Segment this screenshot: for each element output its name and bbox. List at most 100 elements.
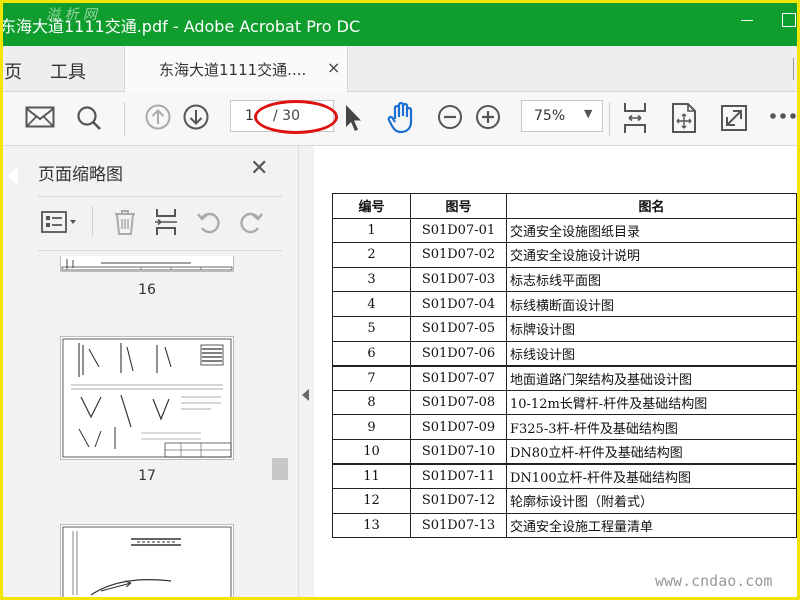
cell-number: 8 [332, 389, 411, 416]
toolbar-separator [124, 102, 125, 136]
previous-page-icon[interactable] [143, 102, 173, 132]
cell-drawing-code: S01D07-06 [410, 340, 507, 367]
thumbnail-options-icon[interactable] [40, 208, 80, 236]
page-thumbnail-17[interactable] [60, 336, 234, 460]
page-thumbnail-18[interactable] [60, 524, 234, 600]
cell-drawing-code: S01D07-13 [410, 512, 507, 539]
page-thumbnails-panel: 页面缩略图 ✕ 16 17 [0, 146, 300, 600]
cell-drawing-name: 标志标线平面图 [506, 266, 797, 293]
cell-drawing-name: 交通安全设施图纸目录 [506, 217, 797, 244]
panel-divider [38, 250, 282, 251]
cell-drawing-name: DN80立杆-杆件及基础结构图 [506, 438, 797, 466]
table-row: 11 S01D07-11 DN100立杆-杆件及基础结构图 [332, 463, 797, 490]
cell-drawing-code: S01D07-12 [410, 488, 507, 514]
toolbar-separator [609, 102, 610, 136]
document-tab[interactable]: 东海大道1111交通.... × [124, 46, 348, 92]
panel-separator [92, 206, 93, 236]
cell-number: 2 [332, 242, 411, 268]
table-header-row: 编号 图号 图名 [332, 193, 797, 219]
tab-divider [793, 58, 794, 80]
rotate-clockwise-icon[interactable] [236, 208, 266, 236]
fullscreen-icon[interactable] [718, 102, 750, 134]
cell-drawing-name: F325-3杆-杆件及基础结构图 [506, 414, 797, 440]
cell-drawing-code: S01D07-07 [410, 365, 507, 391]
more-options-icon[interactable] [768, 106, 798, 126]
cell-number: 7 [332, 365, 411, 391]
maximize-button[interactable] [782, 13, 796, 27]
select-arrow-icon[interactable] [340, 102, 366, 134]
thumbnail-scrollbar[interactable] [272, 246, 288, 600]
fit-page-icon[interactable] [620, 100, 650, 136]
home-menu[interactable]: 页 [4, 58, 22, 84]
table-row: 13 S01D07-13 交通安全设施工程量清单 [332, 512, 797, 539]
table-row: 7 S01D07-07 地面道路门架结构及基础设计图 [332, 365, 797, 391]
rotate-counterclockwise-icon[interactable] [194, 208, 224, 236]
table-row: 12 S01D07-12 轮廓标设计图（附着式） [332, 488, 797, 514]
cell-drawing-name: 标线横断面设计图 [506, 291, 797, 317]
page-thumbnail-16[interactable] [60, 256, 234, 272]
cell-number: 13 [332, 512, 411, 539]
cell-number: 9 [332, 414, 411, 440]
close-tab-icon[interactable]: × [327, 58, 340, 77]
cell-drawing-code: S01D07-01 [410, 217, 507, 244]
minimize-button[interactable] [741, 10, 755, 30]
search-icon[interactable] [74, 103, 104, 133]
cell-drawing-code: S01D07-10 [410, 438, 507, 466]
table-row: 4 S01D07-04 标线横断面设计图 [332, 291, 797, 317]
table-row: 5 S01D07-05 标牌设计图 [332, 315, 797, 342]
zoom-select[interactable]: 75% ▼ [521, 100, 603, 132]
cell-number: 4 [332, 291, 411, 317]
cell-number: 12 [332, 488, 411, 514]
chevron-down-icon[interactable]: ▼ [584, 107, 592, 120]
table-row: 9 S01D07-09 F325-3杆-杆件及基础结构图 [332, 414, 797, 440]
email-icon[interactable] [24, 104, 56, 130]
table-row: 2 S01D07-02 交通安全设施设计说明 [332, 242, 797, 268]
panel-divider [38, 196, 282, 197]
cell-number: 11 [332, 463, 411, 490]
rotate-view-icon[interactable] [669, 100, 699, 136]
scrollbar-thumb[interactable] [272, 458, 288, 480]
thumbnail-page-number: 17 [138, 468, 156, 484]
cell-drawing-name: 标牌设计图 [506, 315, 797, 342]
panel-pointer [8, 166, 18, 186]
tools-menu[interactable]: 工具 [50, 58, 86, 84]
cell-number: 10 [332, 438, 411, 466]
cell-drawing-name: 10-12m长臂杆-杆件及基础结构图 [506, 389, 797, 416]
cell-drawing-name: 轮廓标设计图（附着式） [506, 488, 797, 514]
cell-number: 1 [332, 217, 411, 244]
collapse-arrow-icon[interactable] [302, 389, 309, 401]
cell-drawing-name: 交通安全设施设计说明 [506, 242, 797, 268]
delete-page-icon[interactable] [110, 206, 140, 238]
thumbnail-page-number: 16 [138, 282, 156, 298]
document-tab-label: 东海大道1111交通.... [159, 61, 307, 79]
cell-drawing-code: S01D07-08 [410, 389, 507, 416]
tab-bar: 页 工具 东海大道1111交通.... × [0, 46, 800, 92]
red-annotation-ellipse [254, 100, 338, 134]
table-row: 6 S01D07-06 标线设计图 [332, 340, 797, 367]
insert-page-icon[interactable] [152, 206, 180, 238]
next-page-icon[interactable] [181, 102, 211, 132]
cell-drawing-code: S01D07-11 [410, 463, 507, 490]
zoom-out-icon[interactable] [436, 103, 464, 131]
zoom-value: 75% [534, 108, 566, 124]
zoom-in-icon[interactable] [474, 103, 502, 131]
cell-drawing-name: 地面道路门架结构及基础设计图 [506, 365, 797, 391]
site-watermark: 溢 析 网 [46, 7, 97, 23]
table-row: 8 S01D07-08 10-12m长臂杆-杆件及基础结构图 [332, 389, 797, 416]
cell-drawing-code: S01D07-09 [410, 414, 507, 440]
current-page-input[interactable]: 1 [245, 108, 254, 124]
cell-drawing-code: S01D07-03 [410, 266, 507, 293]
hand-tool-icon[interactable] [385, 100, 419, 136]
drawing-index-table: 编号 图号 图名 1 S01D07-01 交通安全设施图纸目录 2 S01D07-02… [332, 193, 797, 539]
panel-collapse-handle[interactable] [298, 146, 314, 600]
cell-number: 3 [332, 266, 411, 293]
cell-drawing-name: 标线设计图 [506, 340, 797, 367]
cell-number: 6 [332, 340, 411, 367]
column-header: 图名 [506, 193, 797, 219]
cell-drawing-code: S01D07-05 [410, 315, 507, 342]
close-panel-icon[interactable]: ✕ [250, 156, 268, 181]
toolbar: 1 / 30 75% ▼ [0, 92, 800, 146]
table-row: 1 S01D07-01 交通安全设施图纸目录 [332, 217, 797, 244]
cell-drawing-name: DN100立杆-杆件及基础结构图 [506, 463, 797, 490]
site-watermark-footer: www.cndao.com [655, 572, 773, 590]
